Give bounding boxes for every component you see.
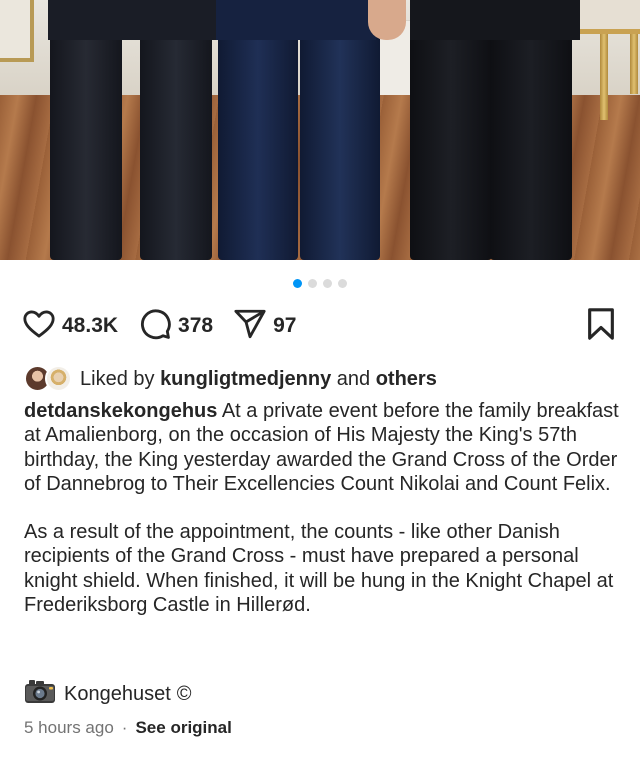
post-caption: detdanskekongehus At a private event bef… xyxy=(24,399,624,617)
caption-username[interactable]: detdanskekongehus xyxy=(24,400,217,422)
liker-avatars xyxy=(24,365,74,393)
likes-count[interactable]: 48.3K xyxy=(62,314,118,338)
post-timestamp: 5 hours ago xyxy=(24,718,114,737)
translation-label: Kongehuset xyxy=(64,682,171,705)
photo-gilded-chair xyxy=(572,0,640,120)
save-button[interactable] xyxy=(586,307,616,346)
see-original-link[interactable]: See original xyxy=(135,718,231,738)
photo-jacket xyxy=(216,0,376,40)
share-icon xyxy=(233,307,267,346)
liked-by-joiner: and xyxy=(336,367,371,390)
share-button[interactable]: 97 xyxy=(233,307,296,346)
liked-by-others[interactable]: others xyxy=(376,368,437,391)
photo-jacket xyxy=(410,0,580,40)
translation-source-row: Kongehuset © xyxy=(24,679,192,709)
photo-picture-frame xyxy=(0,0,34,62)
carousel-dot xyxy=(323,279,332,288)
liked-by-prefix: Liked by xyxy=(80,367,155,390)
carousel-dot xyxy=(308,279,317,288)
photo-jacket xyxy=(48,0,218,40)
post-action-bar: 48.3K 378 97 xyxy=(22,306,616,346)
heart-icon xyxy=(22,307,56,346)
meta-separator: · xyxy=(121,718,128,737)
copyright-symbol: © xyxy=(176,682,192,705)
bookmark-icon xyxy=(586,307,616,345)
photo-hand xyxy=(368,0,406,40)
caption-paragraph: detdanskekongehus At a private event bef… xyxy=(24,399,624,496)
post-image[interactable] xyxy=(0,0,640,260)
avatar xyxy=(45,365,72,392)
carousel-dot xyxy=(338,279,347,288)
comment-button[interactable]: 378 xyxy=(138,307,213,346)
comment-icon xyxy=(138,307,172,346)
comments-count[interactable]: 378 xyxy=(178,314,213,338)
shares-count[interactable]: 97 xyxy=(273,314,296,338)
like-button[interactable]: 48.3K xyxy=(22,307,118,346)
liked-by-row[interactable]: Liked by kungligtmedjenny and others xyxy=(24,364,616,394)
caption-paragraph: As a result of the appointment, the coun… xyxy=(24,521,614,617)
carousel-indicator xyxy=(0,279,640,288)
liker-username[interactable]: kungligtmedjenny xyxy=(160,368,331,391)
camera-icon xyxy=(24,677,64,711)
post-meta: 5 hours ago · See original xyxy=(24,716,232,740)
carousel-dot xyxy=(293,279,302,288)
